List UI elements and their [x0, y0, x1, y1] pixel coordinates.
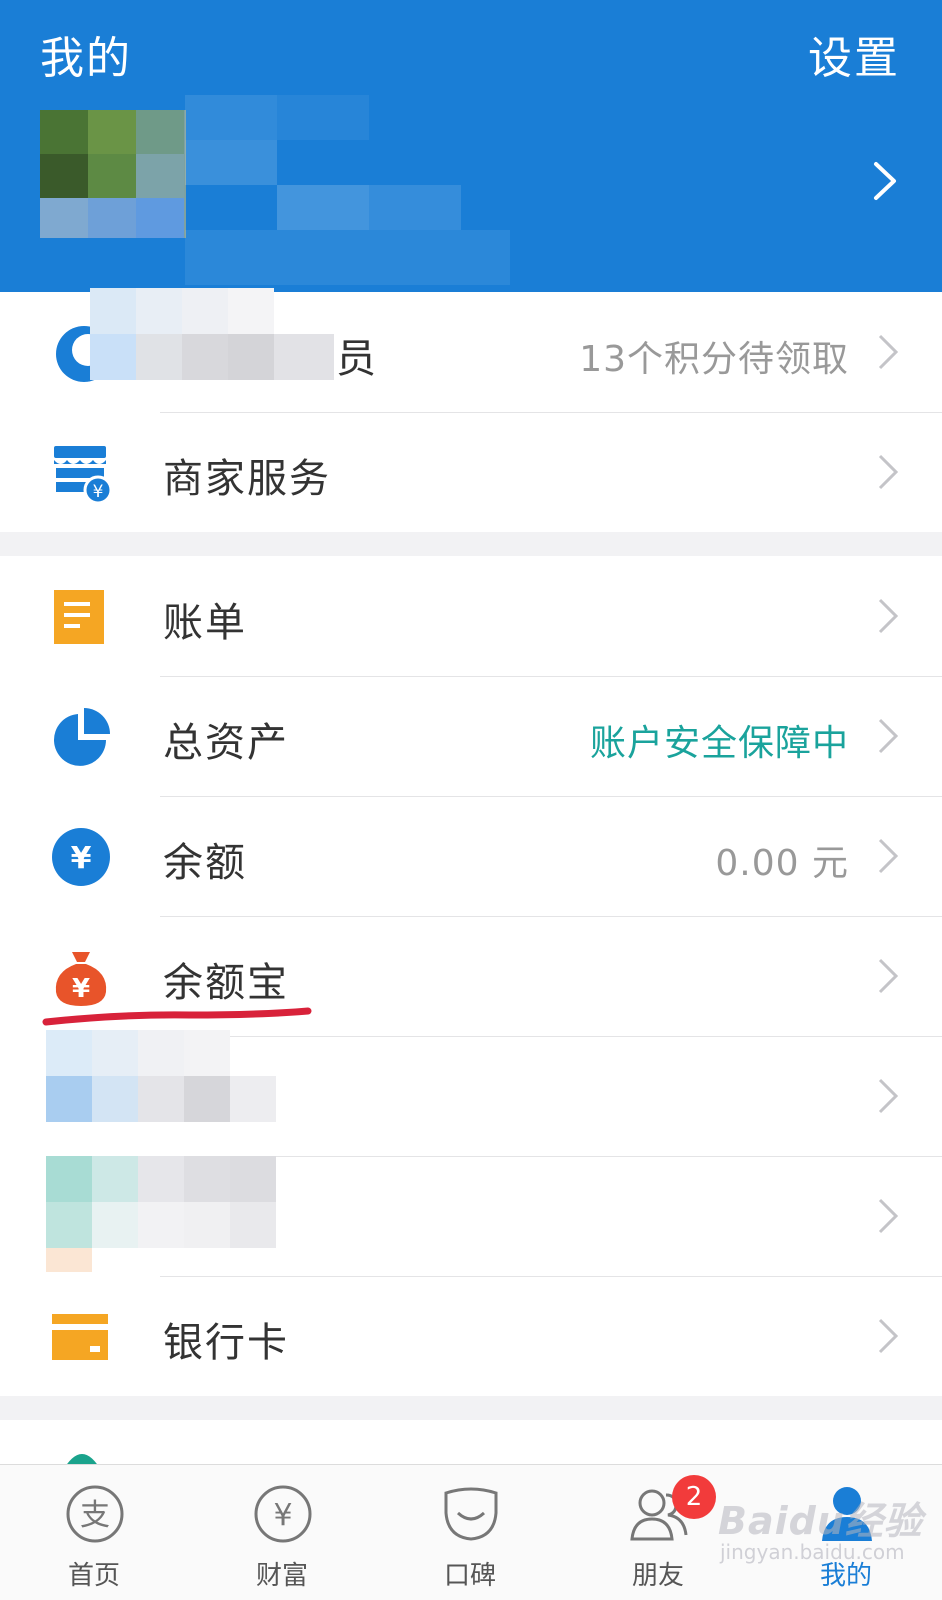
- chevron-right-icon: [878, 454, 899, 490]
- bank-card-icon: [52, 1314, 108, 1360]
- bankcard-row[interactable]: 银行卡: [0, 1276, 942, 1396]
- balance-label: 余额: [163, 840, 247, 886]
- chevron-right-icon[interactable]: [868, 158, 902, 204]
- bill-icon: [54, 590, 104, 644]
- tab-wealth[interactable]: ¥ 财富: [188, 1465, 376, 1600]
- yuebao-label: 余额宝: [163, 960, 289, 1006]
- chevron-right-icon: [878, 958, 899, 994]
- redacted-mosaic: [46, 1156, 282, 1276]
- svg-text:¥: ¥: [71, 841, 92, 876]
- chevron-right-icon: [878, 1198, 899, 1234]
- money-bag-icon: ¥: [55, 952, 107, 1006]
- profile-header: 我的 设置: [0, 0, 942, 292]
- app-screen: 我的 设置 员 13个积分待领取 ¥ 商家服务 账单 总资产 账户安全保障中 ¥…: [0, 0, 942, 1600]
- svg-text:¥: ¥: [93, 482, 104, 502]
- chevron-right-icon: [878, 838, 899, 874]
- yuan-coin-icon: ¥: [52, 828, 110, 886]
- koubei-icon: [444, 1487, 498, 1541]
- wallet-card: 账单 总资产 账户安全保障中 ¥ 余额 0.00 元 ¥ 余额宝 银行卡: [0, 556, 942, 1396]
- yuan-icon: ¥: [254, 1485, 312, 1543]
- assets-row[interactable]: 总资产 账户安全保障中: [0, 676, 942, 796]
- svg-text:¥: ¥: [273, 1498, 292, 1533]
- assets-label: 总资产: [163, 720, 289, 766]
- bill-label: 账单: [163, 600, 247, 646]
- balance-value: 0.00 元: [715, 843, 849, 884]
- balance-row[interactable]: ¥ 余额 0.00 元: [0, 796, 942, 916]
- username-mosaic: [185, 95, 510, 285]
- member-name-tail: 员: [336, 336, 378, 382]
- bankcard-label: 银行卡: [163, 1320, 289, 1366]
- settings-button[interactable]: 设置: [808, 22, 900, 86]
- unread-badge: 2: [672, 1475, 716, 1519]
- baidu-watermark-url: jingyan.baidu.com: [720, 1540, 905, 1564]
- redacted-mosaic: [46, 1030, 282, 1130]
- alipay-icon: 支: [66, 1485, 124, 1543]
- chevron-right-icon: [878, 1318, 899, 1354]
- chevron-right-icon: [878, 718, 899, 754]
- tab-home[interactable]: 支 首页: [0, 1465, 188, 1600]
- redacted-row[interactable]: [0, 1030, 942, 1156]
- svg-text:支: 支: [80, 1498, 110, 1533]
- tab-label: 口碑: [443, 1561, 496, 1591]
- chevron-right-icon: [878, 598, 899, 634]
- member-card: 员 13个积分待领取 ¥ 商家服务: [0, 288, 942, 532]
- baidu-watermark: Baidu经验: [718, 1499, 923, 1543]
- red-underline-annotation: [42, 1007, 312, 1026]
- tab-koubei[interactable]: 口碑: [376, 1465, 564, 1600]
- tab-label: 首页: [67, 1561, 120, 1591]
- chevron-right-icon: [878, 334, 899, 370]
- member-points: 13个积分待领取: [579, 339, 849, 380]
- redacted-row[interactable]: [0, 1156, 942, 1276]
- member-row[interactable]: 员 13个积分待领取: [0, 288, 942, 412]
- page-title: 我的: [40, 33, 132, 84]
- member-name-mosaic: [90, 288, 340, 380]
- svg-text:¥: ¥: [72, 974, 90, 1004]
- pie-chart-icon: [54, 708, 110, 766]
- assets-status: 账户安全保障中: [589, 723, 849, 764]
- tab-label: 财富: [255, 1561, 308, 1591]
- bill-row[interactable]: 账单: [0, 556, 942, 676]
- merchant-row[interactable]: ¥ 商家服务: [0, 412, 942, 532]
- avatar[interactable]: [40, 110, 186, 238]
- store-icon: ¥: [54, 446, 113, 504]
- merchant-label: 商家服务: [163, 456, 331, 502]
- chevron-right-icon: [878, 1078, 899, 1114]
